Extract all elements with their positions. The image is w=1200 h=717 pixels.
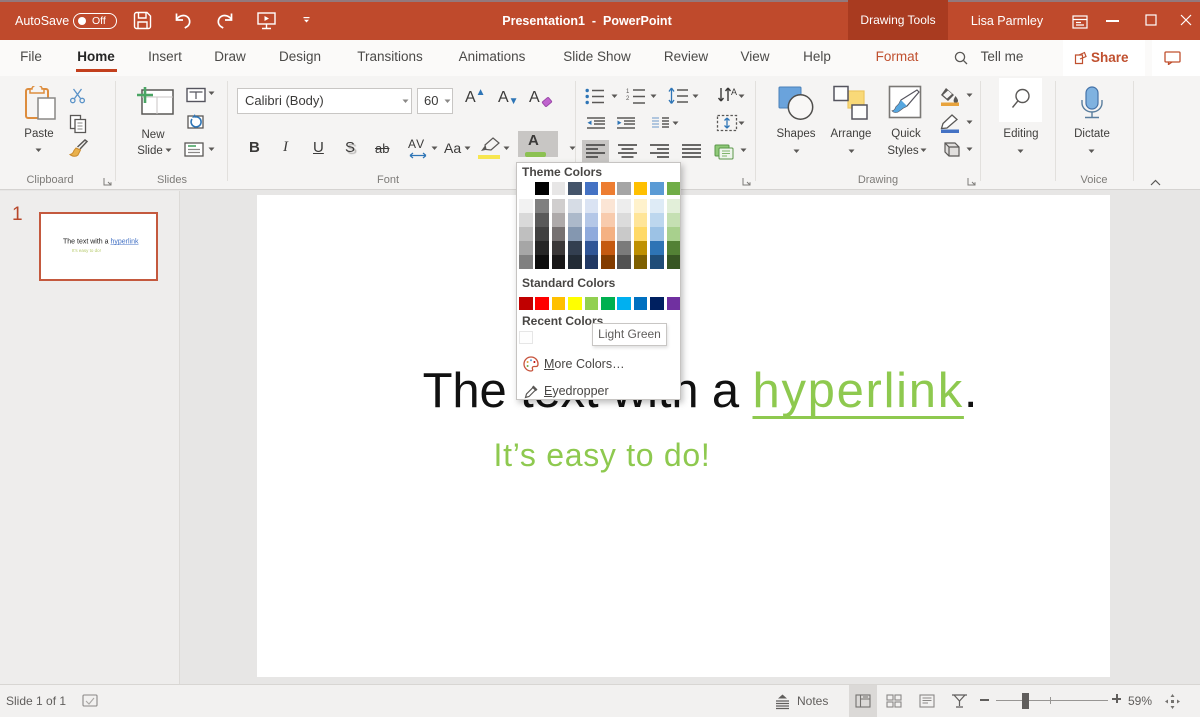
svg-text:2: 2 [626, 96, 630, 102]
svg-text:A: A [731, 87, 737, 97]
svg-text:1: 1 [626, 89, 630, 95]
